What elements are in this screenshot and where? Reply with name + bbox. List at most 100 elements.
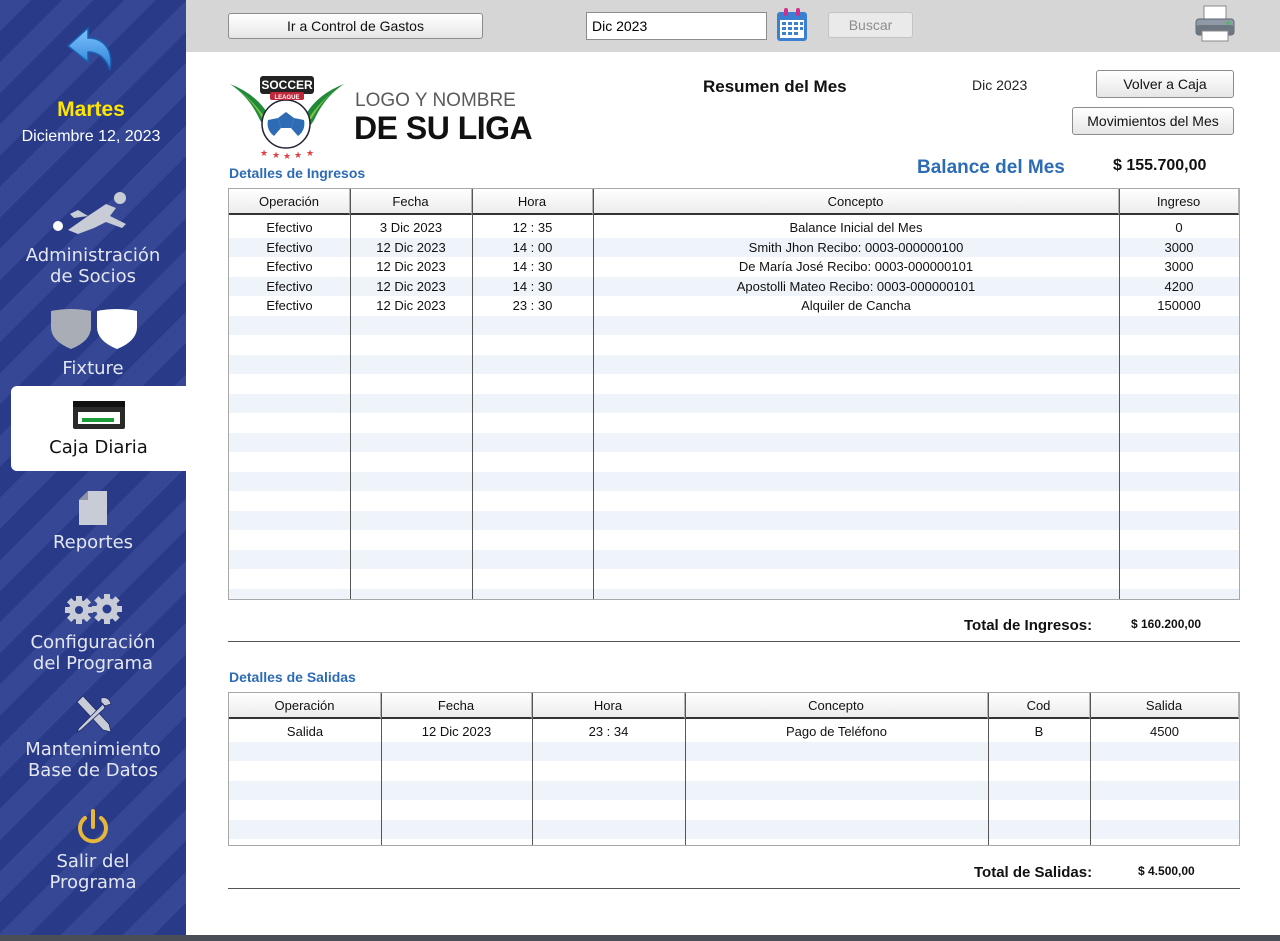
balance-label: Balance del Mes	[917, 157, 1065, 178]
column-header[interactable]: Operación	[229, 189, 350, 215]
table-cell[interactable]: 150000	[1119, 296, 1239, 315]
logo-line-1: LOGO Y NOMBRE	[355, 90, 516, 111]
column-divider	[988, 693, 989, 845]
soccer-player-icon	[0, 188, 186, 245]
column-divider	[532, 693, 533, 845]
svg-text:★: ★	[306, 148, 314, 158]
table-cell[interactable]: Efectivo	[229, 238, 350, 257]
nav-label: de Socios	[50, 266, 136, 287]
volver-caja-button[interactable]: Volver a Caja	[1096, 70, 1234, 98]
nav-configuracion[interactable]: Configuración del Programa	[0, 594, 186, 674]
document-icon	[0, 490, 186, 531]
table-cell[interactable]: 23 : 30	[472, 296, 593, 315]
table-cell[interactable]: Alquiler de Cancha	[593, 296, 1119, 315]
nav-label: Reportes	[52, 532, 134, 553]
nav-mantenimiento[interactable]: Mantenimiento Base de Datos	[0, 694, 186, 781]
table-cell[interactable]: 4500	[1090, 722, 1239, 741]
gears-icon	[0, 594, 186, 631]
salidas-section-title: Detalles de Salidas	[229, 669, 356, 685]
nav-salir[interactable]: Salir del Programa	[0, 808, 186, 893]
table-cell[interactable]: Salida	[229, 722, 381, 741]
table-cell[interactable]: Efectivo	[229, 257, 350, 276]
nav-caja-diaria[interactable]: Caja Diaria	[11, 386, 186, 471]
printer-icon[interactable]	[1194, 5, 1236, 43]
table-cell[interactable]: 12 Dic 2023	[350, 296, 472, 315]
nav-administracion-socios[interactable]: Administración de Socios	[0, 188, 186, 287]
search-button[interactable]: Buscar	[828, 12, 913, 38]
svg-text:★: ★	[272, 150, 280, 160]
table-cell[interactable]: Efectivo	[229, 218, 350, 237]
row-stripe	[229, 588, 1239, 599]
salidas-table: Operación Fecha Hora Concepto Cod Salida Salid…	[228, 692, 1240, 846]
table-cell[interactable]: 12 Dic 2023	[350, 277, 472, 296]
table-cell[interactable]: 3000	[1119, 257, 1239, 276]
nav-label: Base de Datos	[27, 760, 159, 781]
svg-text:★: ★	[283, 151, 291, 160]
movimientos-mes-button[interactable]: Movimientos del Mes	[1072, 107, 1234, 135]
nav-label: Programa	[49, 872, 137, 893]
table-cell[interactable]: 12 Dic 2023	[350, 238, 472, 257]
logo-badge-sub: LEAGUE	[274, 95, 299, 101]
page-title: Resumen del Mes	[703, 77, 847, 96]
ingresos-table: Operación Fecha Hora Concepto Ingreso Efectiv…	[228, 188, 1240, 600]
table-cell[interactable]: Pago de Teléfono	[685, 722, 988, 741]
nav-label: Configuración	[30, 632, 156, 653]
nav-fixture[interactable]: Fixture	[0, 307, 186, 379]
divider	[228, 641, 1240, 642]
row-stripe	[229, 510, 1239, 530]
column-header[interactable]: Ingreso	[1119, 189, 1239, 215]
balance-value: $ 155.700,00	[1113, 157, 1207, 174]
table-cell[interactable]: 3000	[1119, 238, 1239, 257]
month-input[interactable]	[586, 12, 767, 40]
table-cell[interactable]: 23 : 34	[532, 722, 685, 741]
selected-month: Dic 2023	[972, 77, 1028, 93]
window-bottom-bar	[0, 935, 1280, 941]
column-header[interactable]: Operación	[229, 693, 381, 719]
divider	[228, 888, 1240, 889]
row-stripe	[229, 471, 1239, 491]
sidebar: Martes Diciembre 12, 2023 Administración…	[0, 0, 186, 935]
column-header[interactable]: Salida	[1090, 693, 1239, 719]
table-cell[interactable]: 3 Dic 2023	[350, 218, 472, 237]
total-ingresos-label: Total de Ingresos:	[964, 617, 1093, 634]
table-cell[interactable]: B	[988, 722, 1090, 741]
table-cell[interactable]: 12 Dic 2023	[381, 722, 532, 741]
column-header[interactable]: Cod	[988, 693, 1090, 719]
nav-label: Salir del	[56, 851, 130, 872]
total-salidas-value: $ 4.500,00	[1138, 864, 1195, 878]
row-stripe	[229, 393, 1239, 413]
column-header[interactable]: Concepto	[685, 693, 988, 719]
table-cell[interactable]: Balance Inicial del Mes	[593, 218, 1119, 237]
tools-icon	[0, 694, 186, 739]
table-cell[interactable]: 12 : 35	[472, 218, 593, 237]
table-cell[interactable]: 14 : 30	[472, 257, 593, 276]
back-arrow-icon[interactable]	[62, 22, 118, 78]
power-icon	[0, 808, 186, 851]
column-header[interactable]: Fecha	[350, 189, 472, 215]
table-cell[interactable]: 12 Dic 2023	[350, 257, 472, 276]
day-name: Martes	[57, 98, 125, 121]
table-cell[interactable]: 0	[1119, 218, 1239, 237]
column-header[interactable]: Fecha	[381, 693, 532, 719]
table-cell[interactable]: Efectivo	[229, 277, 350, 296]
nav-reportes[interactable]: Reportes	[0, 490, 186, 553]
row-stripe	[229, 549, 1239, 569]
table-cell[interactable]: 14 : 00	[472, 238, 593, 257]
column-header[interactable]: Hora	[472, 189, 593, 215]
table-cell[interactable]: 4200	[1119, 277, 1239, 296]
calendar-icon[interactable]	[776, 8, 808, 42]
table-cell[interactable]: Efectivo	[229, 296, 350, 315]
table-cell[interactable]: Smith Jhon Recibo: 0003-000000100	[593, 238, 1119, 257]
column-header[interactable]: Concepto	[593, 189, 1119, 215]
total-salidas-label: Total de Salidas:	[974, 864, 1093, 881]
row-stripe	[229, 354, 1239, 374]
table-cell[interactable]: Apostolli Mateo Recibo: 0003-000000101	[593, 277, 1119, 296]
logo-badge: SOCCER	[261, 78, 313, 92]
cash-register-icon	[11, 400, 186, 435]
table-cell[interactable]: 14 : 30	[472, 277, 593, 296]
table-cell[interactable]: De María José Recibo: 0003-000000101	[593, 257, 1119, 276]
control-gastos-button[interactable]: Ir a Control de Gastos	[228, 13, 483, 39]
column-header[interactable]: Hora	[532, 693, 685, 719]
league-logo: SOCCER LEAGUE ★ ★ ★ ★ ★	[228, 74, 346, 161]
svg-text:★: ★	[294, 150, 302, 160]
